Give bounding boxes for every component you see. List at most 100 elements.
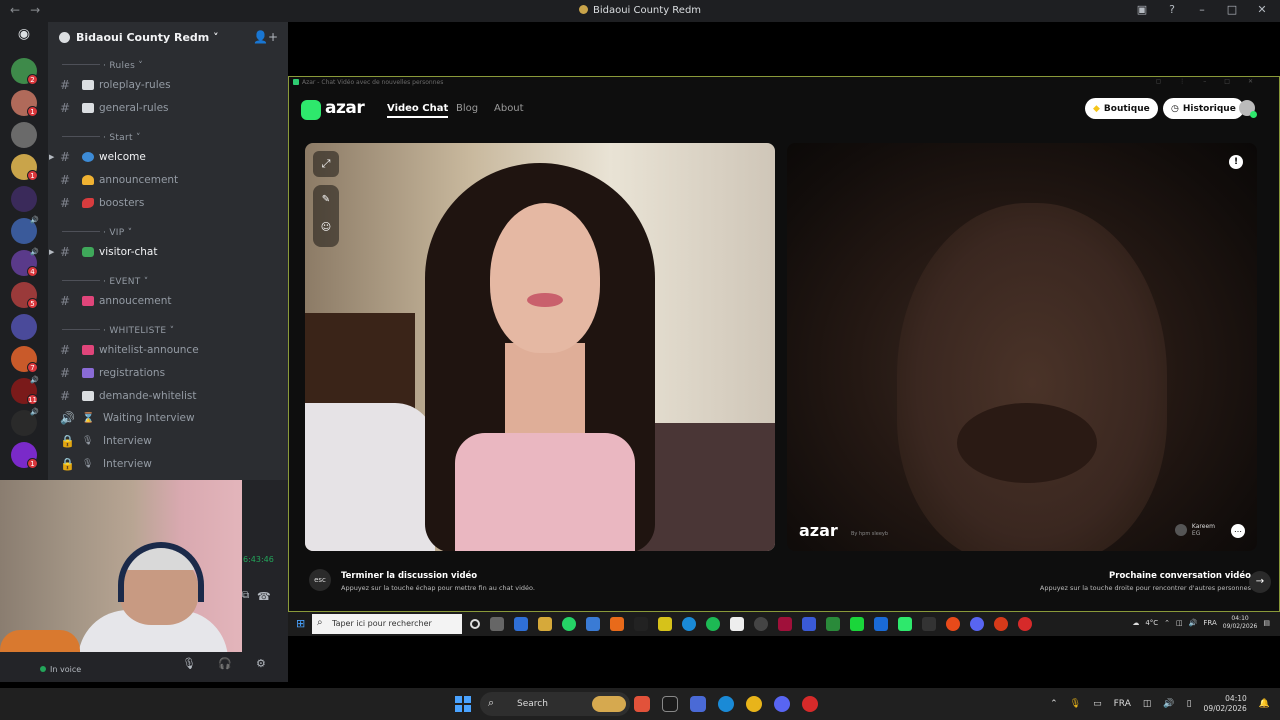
report-icon[interactable]: ! xyxy=(1229,155,1243,169)
hs-app-icon[interactable] xyxy=(662,696,678,712)
maximize-button[interactable]: □ xyxy=(1224,3,1240,16)
cortana-icon[interactable] xyxy=(470,619,480,629)
disconnect-icon[interactable]: ☎ xyxy=(257,590,271,603)
opera-icon[interactable] xyxy=(778,617,792,631)
volume-icon[interactable]: 🔊 xyxy=(1163,699,1174,709)
photos-icon[interactable] xyxy=(690,696,706,712)
channel-welcome[interactable]: ▶ # welcome xyxy=(49,147,282,167)
minimize-button[interactable]: – xyxy=(1194,3,1210,16)
channel-general-rules[interactable]: # general-rules xyxy=(58,98,282,118)
display-icon[interactable]: ▭ xyxy=(1093,699,1102,709)
network-icon[interactable]: ◫ xyxy=(1143,699,1152,709)
folder-icon[interactable] xyxy=(538,617,552,631)
channel-boosters[interactable]: # boosters xyxy=(58,193,282,213)
app-circle-icon[interactable] xyxy=(802,696,818,712)
discord-icon[interactable] xyxy=(970,617,984,631)
peer-info[interactable]: Kareem EG xyxy=(1175,523,1215,537)
category-whiteliste[interactable]: · WHITELISTE ˅ xyxy=(62,326,174,336)
app-red-icon[interactable] xyxy=(1018,617,1032,631)
play-icon[interactable] xyxy=(850,617,864,631)
language[interactable]: FRA xyxy=(1114,699,1131,709)
azar-taskbar-icon[interactable] xyxy=(898,617,912,631)
mail-icon[interactable] xyxy=(586,617,600,631)
start-button-icon[interactable] xyxy=(455,696,471,712)
next-chat-hint[interactable]: Prochaine conversation vidéo Appuyez sur… xyxy=(1040,567,1251,592)
weather-icon[interactable]: ☁ xyxy=(1132,619,1139,627)
nav-video-chat[interactable]: Video Chat xyxy=(387,103,449,118)
streamed-clock[interactable]: 04:10 09/02/2026 xyxy=(1223,615,1258,631)
photoshop-icon[interactable] xyxy=(874,617,888,631)
capcut-icon[interactable] xyxy=(922,617,936,631)
azar-logo[interactable]: azar xyxy=(325,98,365,118)
channel-roleplay-rules[interactable]: # roleplay-rules xyxy=(58,75,282,95)
menu-dots-icon[interactable]: ⋮ xyxy=(1179,78,1203,85)
channel-demande-whitelist[interactable]: # demande-whitelist xyxy=(58,386,282,406)
notification-bell-icon[interactable]: 🔔 xyxy=(1259,699,1270,709)
screen-share-icon[interactable]: ⧉ xyxy=(242,590,249,601)
azar-logo-icon[interactable] xyxy=(301,100,321,120)
sticker-icon[interactable]: ☺ xyxy=(313,213,339,241)
channel-registrations[interactable]: # registrations xyxy=(58,363,282,383)
azar-maximize-button[interactable]: □ xyxy=(1224,78,1248,85)
language[interactable]: FRA xyxy=(1203,619,1216,627)
whatsapp-icon[interactable] xyxy=(562,617,576,631)
chrome-icon[interactable] xyxy=(746,696,762,712)
voice-channel-interview-2[interactable]: 🔒 🎙 Interview xyxy=(58,454,282,474)
azar-minimize-button[interactable]: – xyxy=(1203,78,1224,85)
discord-home-icon[interactable]: ◉ xyxy=(11,26,37,46)
close-button[interactable]: ✕ xyxy=(1254,3,1270,16)
app-red-icon[interactable] xyxy=(634,696,650,712)
channel-announcement[interactable]: # announcement xyxy=(58,170,282,190)
document-icon[interactable] xyxy=(730,617,744,631)
server-header[interactable]: Bidaoui County Redm ˅ 👤+ xyxy=(48,22,288,54)
windows-start-icon[interactable]: ⊞ xyxy=(296,617,305,630)
notifications-icon[interactable]: ▤ xyxy=(1263,619,1270,627)
obs-icon[interactable] xyxy=(754,617,768,631)
notes-icon[interactable] xyxy=(658,617,672,631)
taskbar-clock[interactable]: 04:10 09/02/2026 xyxy=(1204,694,1247,714)
tray-expand-icon[interactable]: ⌃ xyxy=(1164,619,1170,627)
tray-expand-icon[interactable]: ⌃ xyxy=(1050,699,1058,709)
chat-bubble-icon[interactable]: … xyxy=(1231,524,1245,538)
next-arrow-icon[interactable]: → xyxy=(1249,571,1271,593)
category-vip[interactable]: · VIP ˅ xyxy=(62,228,132,238)
server-name[interactable]: Bidaoui County Redm ˅ xyxy=(76,31,219,44)
chrome-icon[interactable] xyxy=(946,617,960,631)
server-icon[interactable] xyxy=(11,122,37,148)
spotify-icon[interactable] xyxy=(706,617,720,631)
azar-close-button[interactable]: ✕ xyxy=(1248,78,1271,85)
streamed-search-box[interactable]: ⌕ Taper ici pour rechercher xyxy=(312,614,462,634)
channel-whitelist-announce[interactable]: # whitelist-announce xyxy=(58,340,282,360)
server-icon[interactable] xyxy=(11,186,37,212)
network-icon[interactable]: ◫ xyxy=(1176,619,1183,627)
app-icon[interactable] xyxy=(634,617,648,631)
discord-icon[interactable] xyxy=(774,696,790,712)
nav-about[interactable]: About xyxy=(494,103,524,114)
category-start[interactable]: · Start ˅ xyxy=(62,133,141,143)
mic-icon[interactable]: 🎙 xyxy=(182,657,196,670)
channel-annoucement[interactable]: # annoucement xyxy=(58,291,282,311)
app-green-icon[interactable] xyxy=(826,617,840,631)
app-blue-icon[interactable] xyxy=(802,617,816,631)
vlc-icon[interactable] xyxy=(610,617,624,631)
fullscreen-icon[interactable]: ⤢ xyxy=(313,151,339,177)
headphones-icon[interactable]: 🎧 xyxy=(218,657,232,670)
task-view-icon[interactable] xyxy=(490,617,504,631)
help-icon[interactable]: ? xyxy=(1164,3,1180,16)
historique-button[interactable]: ◷ Historique xyxy=(1163,98,1244,119)
edge-icon[interactable] xyxy=(682,617,696,631)
category-rules[interactable]: · Rules ˅ xyxy=(62,61,143,71)
magic-wand-icon[interactable]: ✎ xyxy=(313,185,339,213)
category-event[interactable]: · EVENT ˅ xyxy=(62,277,149,287)
battery-icon[interactable]: ▯ xyxy=(1187,699,1192,709)
boutique-button[interactable]: ◆ Boutique xyxy=(1085,98,1158,119)
invite-people-icon[interactable]: 👤+ xyxy=(253,30,278,44)
esc-key-button[interactable]: esc xyxy=(309,569,331,591)
store-icon[interactable] xyxy=(514,617,528,631)
inbox-icon[interactable]: ▣ xyxy=(1134,3,1150,16)
brave-icon[interactable] xyxy=(994,617,1008,631)
mic-icon[interactable]: 🎙 xyxy=(1070,699,1081,709)
voice-channel-interview-1[interactable]: 🔒 🎙 Interview xyxy=(58,431,282,451)
voice-channel-waiting-interview[interactable]: 🔊 ⌛ Waiting Interview xyxy=(58,408,282,428)
nav-blog[interactable]: Blog xyxy=(456,103,478,114)
